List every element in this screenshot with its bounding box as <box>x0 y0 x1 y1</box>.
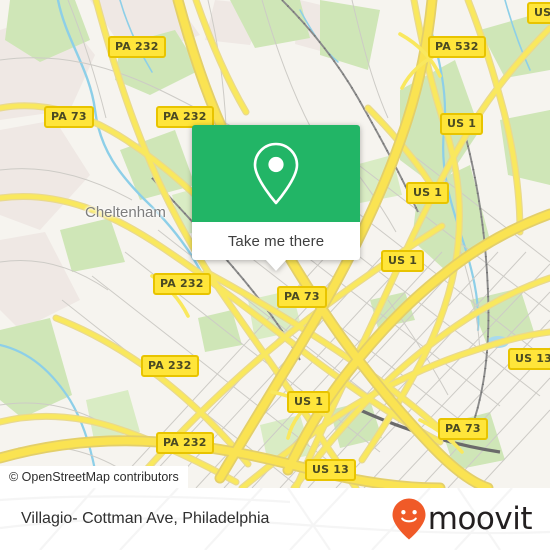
moovit-map-screenshot: Cheltenham PA 232 PA 532 PA 73 PA 232 US… <box>0 0 550 550</box>
moovit-logo[interactable]: moovit <box>391 488 533 550</box>
bottom-info-bar: Villagio- Cottman Ave, Philadelphia moov… <box>0 488 550 550</box>
moovit-smiley-pin-icon <box>392 498 426 540</box>
take-me-there-label: Take me there <box>227 232 325 250</box>
popup-header <box>192 125 360 222</box>
highway-shield[interactable]: PA 232 <box>108 36 166 58</box>
highway-shield[interactable]: PA 532 <box>428 36 486 58</box>
popup-footer[interactable]: Take me there <box>192 222 360 271</box>
highway-shield[interactable]: US 1 <box>527 2 550 24</box>
highway-shield[interactable]: US 1 <box>381 250 425 272</box>
highway-shield[interactable]: PA 232 <box>156 432 214 454</box>
highway-shield[interactable]: US 1 <box>406 182 450 204</box>
highway-shield[interactable]: US 13 <box>305 459 356 481</box>
place-name-label: Villagio- Cottman Ave, Philadelphia <box>21 510 270 527</box>
highway-shield[interactable]: US 1 <box>440 113 484 135</box>
highway-shield[interactable]: PA 232 <box>153 273 211 295</box>
highway-shield[interactable]: PA 73 <box>277 286 327 308</box>
map-canvas[interactable]: Cheltenham PA 232 PA 532 PA 73 PA 232 US… <box>0 0 550 488</box>
place-label-cheltenham: Cheltenham <box>85 204 166 221</box>
popup-pointer-tail <box>265 259 287 271</box>
highway-shield[interactable]: PA 73 <box>438 418 488 440</box>
highway-shield[interactable]: US 1 <box>287 391 331 413</box>
moovit-wordmark: moovit <box>427 500 533 537</box>
take-me-there-popup[interactable]: Take me there <box>192 125 360 271</box>
highway-shield[interactable]: PA 73 <box>44 106 94 128</box>
highway-shield[interactable]: PA 232 <box>141 355 199 377</box>
highway-shield[interactable]: US 13 <box>508 348 550 370</box>
osm-attribution[interactable]: © OpenStreetMap contributors <box>0 466 188 488</box>
map-pin-icon <box>253 142 299 204</box>
